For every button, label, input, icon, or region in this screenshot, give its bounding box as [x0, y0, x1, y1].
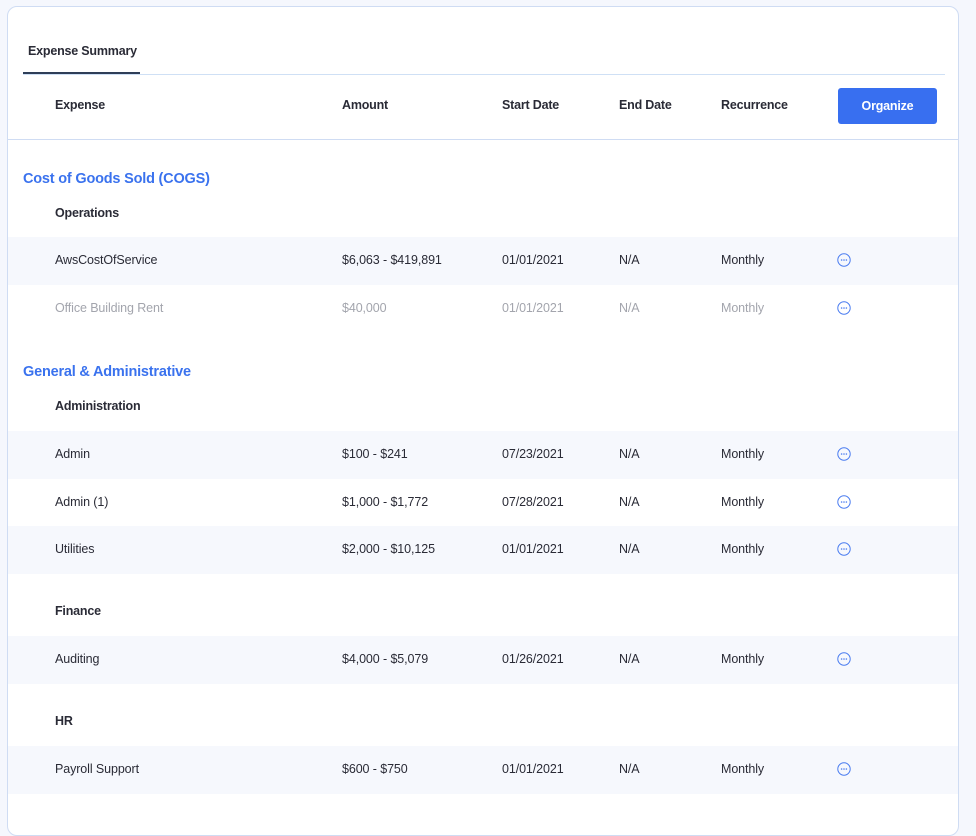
category-heading: General & Administrative: [23, 364, 191, 380]
column-header-start-date[interactable]: Start Date: [502, 98, 559, 112]
more-options-icon[interactable]: [837, 447, 851, 461]
table-row[interactable]: AwsCostOfService $6,063 - $419,891 01/01…: [8, 237, 958, 285]
more-options-icon[interactable]: [837, 253, 851, 267]
more-options-icon[interactable]: [837, 301, 851, 315]
expense-name: Payroll Support: [55, 762, 139, 776]
expense-end-date: N/A: [619, 762, 640, 776]
table-row[interactable]: Auditing $4,000 - $5,079 01/26/2021 N/A …: [8, 636, 958, 684]
expense-end-date: N/A: [619, 447, 640, 461]
expense-recurrence: Monthly: [721, 652, 765, 666]
expense-recurrence: Monthly: [721, 762, 765, 776]
expense-name: Admin: [55, 447, 90, 461]
expense-recurrence: Monthly: [721, 253, 765, 267]
expense-recurrence: Monthly: [721, 301, 765, 315]
expense-amount: $1,000 - $1,772: [342, 495, 429, 509]
table-header: Expense Amount Start Date End Date Recur…: [8, 74, 958, 140]
expense-amount: $600 - $750: [342, 762, 408, 776]
expense-start-date: 07/28/2021: [502, 495, 564, 509]
column-header-amount[interactable]: Amount: [342, 98, 388, 112]
expense-name: Utilities: [55, 542, 95, 556]
more-options-icon[interactable]: [837, 762, 851, 776]
expense-amount: $100 - $241: [342, 447, 408, 461]
more-options-icon[interactable]: [837, 542, 851, 556]
expense-start-date: 01/01/2021: [502, 542, 564, 556]
more-options-icon[interactable]: [837, 652, 851, 666]
expense-end-date: N/A: [619, 301, 640, 315]
table-row[interactable]: Payroll Support $600 - $750 01/01/2021 N…: [8, 746, 958, 794]
more-options-icon[interactable]: [837, 495, 851, 509]
expense-start-date: 01/01/2021: [502, 762, 564, 776]
group-heading: Finance: [55, 604, 101, 618]
category-heading: Cost of Goods Sold (COGS): [23, 171, 210, 187]
expense-name: Auditing: [55, 652, 100, 666]
expense-end-date: N/A: [619, 495, 640, 509]
group-heading: HR: [55, 714, 73, 728]
expense-amount: $2,000 - $10,125: [342, 542, 435, 556]
group-heading: Administration: [55, 399, 141, 413]
tab-bar: Expense Summary: [23, 7, 945, 75]
tab-expense-summary[interactable]: Expense Summary: [23, 7, 140, 74]
expense-amount: $6,063 - $419,891: [342, 253, 442, 267]
expense-end-date: N/A: [619, 253, 640, 267]
expense-recurrence: Monthly: [721, 447, 765, 461]
expense-name: Admin (1): [55, 495, 109, 509]
expense-recurrence: Monthly: [721, 542, 765, 556]
expense-name: Office Building Rent: [55, 301, 164, 315]
table-row[interactable]: Utilities $2,000 - $10,125 01/01/2021 N/…: [8, 526, 958, 574]
table-row[interactable]: Admin (1) $1,000 - $1,772 07/28/2021 N/A…: [8, 479, 958, 527]
table-row[interactable]: Office Building Rent $40,000 01/01/2021 …: [8, 285, 958, 333]
expense-end-date: N/A: [619, 542, 640, 556]
column-header-expense[interactable]: Expense: [55, 98, 105, 112]
expense-amount: $40,000: [342, 301, 387, 315]
expense-amount: $4,000 - $5,079: [342, 652, 429, 666]
expense-name: AwsCostOfService: [55, 253, 158, 267]
expense-recurrence: Monthly: [721, 495, 765, 509]
table-row[interactable]: Admin $100 - $241 07/23/2021 N/A Monthly: [8, 431, 958, 479]
expense-summary-card: Expense Summary Expense Amount Start Dat…: [7, 6, 959, 836]
organize-button[interactable]: Organize: [838, 88, 937, 124]
column-header-end-date[interactable]: End Date: [619, 98, 672, 112]
expense-start-date: 01/26/2021: [502, 652, 564, 666]
expense-end-date: N/A: [619, 652, 640, 666]
group-heading: Operations: [55, 206, 119, 220]
expense-start-date: 07/23/2021: [502, 447, 564, 461]
column-header-recurrence[interactable]: Recurrence: [721, 98, 788, 112]
expense-start-date: 01/01/2021: [502, 253, 564, 267]
expense-start-date: 01/01/2021: [502, 301, 564, 315]
